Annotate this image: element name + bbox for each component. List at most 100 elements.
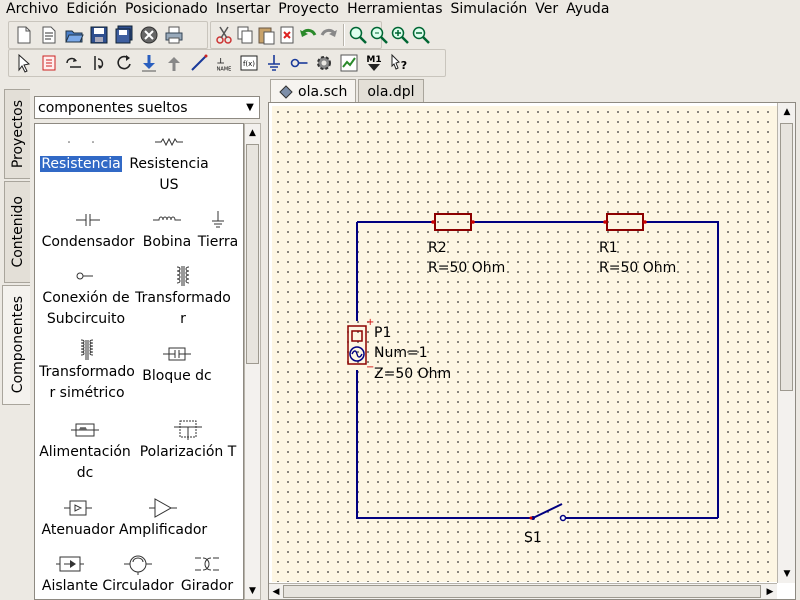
power-source-p1[interactable]: + − (347, 317, 374, 373)
menu-ver[interactable]: Ver (535, 1, 558, 18)
scrollbar-thumb[interactable] (246, 144, 259, 364)
tab-contenido[interactable]: Contenido (4, 181, 30, 283)
scroll-down-icon[interactable]: ▼ (245, 582, 260, 599)
component-atenuador[interactable]: Atenuador (39, 496, 117, 541)
mirror-y-icon[interactable] (87, 51, 111, 75)
component-condensador[interactable]: Condensador (39, 208, 137, 253)
undo-icon[interactable] (298, 23, 318, 47)
p1-num-label[interactable]: Num=1 (374, 343, 428, 363)
wire-left-lower[interactable] (356, 370, 533, 519)
category-select[interactable]: componentes sueltos ▼ (34, 96, 260, 119)
component-resistencia[interactable]: Resistencia (39, 130, 123, 175)
menu-archivo[interactable]: Archivo (6, 1, 58, 18)
component-label: Aislante (41, 578, 99, 594)
isolator-icon (39, 552, 101, 576)
print-icon[interactable] (162, 23, 186, 47)
ground-icon[interactable] (262, 51, 286, 75)
simulate-gear-icon[interactable] (312, 51, 336, 75)
component-bloque-dc[interactable]: Bloque dc (139, 342, 215, 387)
canvas-vertical-scrollbar[interactable]: ▲ ▼ (777, 103, 795, 583)
wire-icon[interactable] (187, 51, 211, 75)
tab-ola-dpl[interactable]: ola.dpl (358, 79, 424, 103)
step-out-icon[interactable] (162, 51, 186, 75)
scroll-down-icon[interactable]: ▼ (780, 567, 794, 581)
p1-impedance-label[interactable]: Z=50 Ohm (374, 364, 451, 384)
component-circulador[interactable]: Circulador (101, 552, 175, 597)
zoom-fit-icon[interactable] (348, 23, 368, 47)
mirror-x-icon[interactable] (62, 51, 86, 75)
save-icon[interactable] (87, 23, 111, 47)
whats-this-icon[interactable]: ? (387, 51, 411, 75)
open-folder-icon[interactable] (62, 23, 86, 47)
menu-ayuda[interactable]: Ayuda (566, 1, 609, 18)
p1-name-label[interactable]: P1 (374, 323, 391, 343)
resistor-r2[interactable] (431, 213, 475, 231)
component-girador[interactable]: Girador (175, 552, 239, 597)
canvas-horizontal-scrollbar[interactable]: ◀ ▶ (269, 583, 777, 599)
marker-icon[interactable]: M1 (362, 51, 386, 75)
scroll-up-icon[interactable]: ▲ (780, 105, 794, 119)
component-resistencia-us[interactable]: Resistencia US (125, 130, 213, 196)
tab-componentes[interactable]: Componentes (2, 285, 32, 405)
copy-icon[interactable] (235, 23, 255, 47)
component-aislante[interactable]: Aislante (39, 552, 101, 597)
component-transformador-simetrico[interactable]: Transformador simétrico (39, 338, 135, 404)
save-all-icon[interactable] (112, 23, 136, 47)
menu-posicionado[interactable]: Posicionado (125, 1, 208, 18)
rotate-icon[interactable] (112, 51, 136, 75)
close-doc-icon[interactable] (137, 23, 161, 47)
resistor-icon (39, 130, 123, 154)
redo-icon[interactable] (319, 23, 339, 47)
component-label: Tierra (197, 234, 239, 250)
equation-icon[interactable]: f(x) (237, 51, 261, 75)
component-alimentacion-dc[interactable]: Alimentación dc (39, 418, 131, 484)
schematic-canvas[interactable]: + − R2 R=50 Ohm R1 R=50 Ohm P1 Num=1 Z=5… (272, 106, 777, 582)
r1-name-label[interactable]: R1 (599, 238, 618, 258)
paste-icon[interactable] (256, 23, 276, 47)
delete-icon[interactable] (277, 23, 297, 47)
scrollbar-thumb[interactable] (283, 585, 761, 598)
component-bobina[interactable]: Bobina (139, 208, 195, 253)
zoom-selection-icon[interactable] (369, 23, 389, 47)
new-text-icon[interactable] (37, 23, 61, 47)
r2-value-label[interactable]: R=50 Ohm (428, 258, 505, 278)
component-edit-icon[interactable] (37, 51, 61, 75)
chevron-down-icon[interactable]: ▼ (241, 97, 259, 118)
view-data-icon[interactable] (337, 51, 361, 75)
new-file-icon[interactable] (12, 23, 36, 47)
tab-proyectos[interactable]: Proyectos (4, 89, 30, 179)
menu-proyecto[interactable]: Proyecto (278, 1, 339, 18)
component-amplificador[interactable]: Amplificador (119, 496, 207, 541)
s1-name-label[interactable]: S1 (524, 528, 542, 548)
wire-label-icon[interactable]: NAME (212, 51, 236, 75)
r1-value-label[interactable]: R=50 Ohm (599, 258, 676, 278)
scroll-right-icon[interactable]: ▶ (763, 585, 777, 599)
component-tierra[interactable]: Tierra (195, 208, 241, 253)
scrollbar-thumb[interactable] (780, 123, 793, 391)
select-cursor-icon[interactable] (12, 51, 36, 75)
component-label: Amplificador (119, 522, 208, 538)
zoom-out-icon[interactable] (411, 23, 431, 47)
cut-icon[interactable] (214, 23, 234, 47)
r2-name-label[interactable]: R2 (428, 238, 447, 258)
menu-simulacion[interactable]: Simulación (451, 1, 528, 18)
component-list-scrollbar[interactable]: ▲ ▼ (244, 123, 261, 600)
resistor-r1[interactable] (603, 213, 647, 231)
schematic-toolbar: NAME f(x) M1 ? (8, 49, 446, 77)
menu-insertar[interactable]: Insertar (216, 1, 271, 18)
amplifier-icon (119, 496, 207, 520)
zoom-in-icon[interactable] (390, 23, 410, 47)
menu-edicion[interactable]: Edición (66, 1, 117, 18)
component-list[interactable]: Resistencia Resistencia US Condensador B… (34, 123, 244, 600)
menu-herramientas[interactable]: Herramientas (347, 1, 442, 18)
scroll-left-icon[interactable]: ◀ (269, 585, 283, 599)
switch-s1[interactable] (529, 503, 567, 522)
component-conexion-subcircuito[interactable]: Conexión de Subcircuito (37, 264, 135, 330)
component-polarizacion-t[interactable]: Polarización T (135, 418, 241, 463)
scroll-up-icon[interactable]: ▲ (245, 124, 260, 141)
step-into-icon[interactable] (137, 51, 161, 75)
tab-ola-sch[interactable]: ola.sch (270, 79, 357, 103)
port-icon[interactable] (287, 51, 311, 75)
component-transformador[interactable]: Transformador (135, 264, 231, 330)
gyrator-icon (175, 552, 239, 576)
